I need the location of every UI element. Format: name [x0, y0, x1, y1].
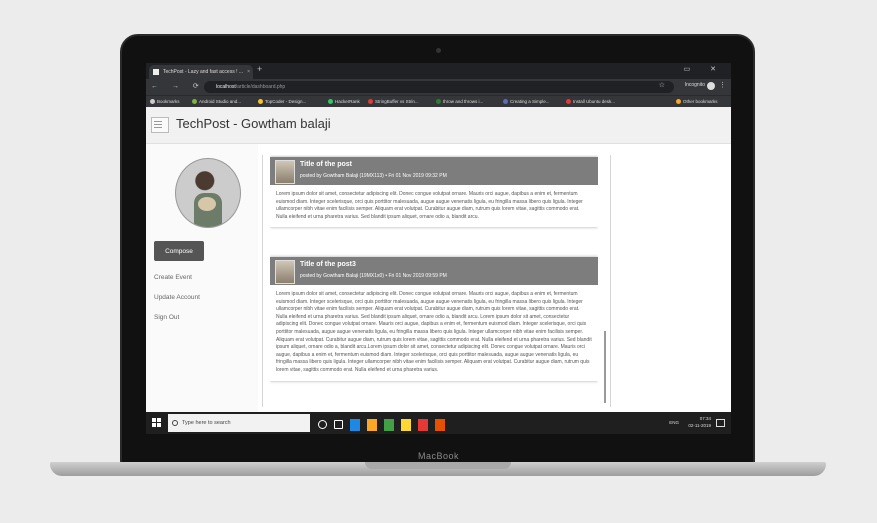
bookmark-label: StringBuffer vs Strin... — [375, 99, 419, 104]
address-bar-row: ← → ⟳ ⌂ localhost/article/dashboard.php … — [146, 79, 731, 95]
bookmark-item[interactable]: throw and throws i... — [436, 96, 483, 107]
bookmark-icon — [192, 99, 197, 104]
bookmark-item[interactable]: Other bookmarks — [676, 96, 718, 107]
bookmark-icon — [150, 99, 155, 104]
bookmarks-bar: Bookmarks Android Studio and... TopCoder -… — [146, 95, 731, 107]
post-meta: posted by Gowtham Balaji (19MX1x0) • Fri… — [300, 273, 447, 279]
compose-button[interactable]: Compose — [154, 241, 204, 261]
screen: TechPost - Lazy and fast access ! ... × … — [146, 63, 731, 434]
post-card[interactable]: Title of the post3 posted by Gowtham Bal… — [270, 257, 598, 381]
url-input[interactable]: localhost/article/dashboard.php — [204, 81, 674, 93]
bookmark-item[interactable]: Install Ubuntu desk... — [566, 96, 615, 107]
divider — [610, 155, 611, 407]
url-host: localhost — [216, 84, 236, 90]
bookmark-icon — [368, 99, 373, 104]
create-event-link[interactable]: Create Event — [154, 274, 192, 281]
new-tab-button[interactable]: + — [257, 64, 262, 74]
post-thumbnail — [275, 260, 295, 284]
bookmark-icon — [503, 99, 508, 104]
bookmark-item[interactable]: StringBuffer vs Strin... — [368, 96, 419, 107]
window-controls[interactable]: ▭ ✕ — [684, 65, 725, 73]
post-thumbnail — [275, 160, 295, 184]
bookmark-label: TopCoder - Design... — [265, 99, 307, 104]
menu-icon[interactable]: ⋮ — [719, 81, 726, 89]
sidebar: Compose Create Event Update Account Sign… — [146, 144, 258, 422]
bookmark-item[interactable]: Android Studio and... — [192, 96, 241, 107]
incognito-label: Incognito — [684, 82, 705, 88]
clock-date: 02-11-2019 — [688, 422, 711, 428]
post-title[interactable]: Title of the post3 — [300, 261, 356, 268]
bookmark-icon — [566, 99, 571, 104]
bookmark-label: Install Ubuntu desk... — [573, 99, 616, 104]
taskbar-app-icon[interactable] — [367, 418, 377, 431]
sign-out-link[interactable]: Sign Out — [154, 314, 179, 321]
taskbar-app-icon[interactable] — [418, 418, 428, 431]
taskbar-search-input[interactable]: Type here to search — [168, 414, 310, 432]
bookmark-label: throw and throws i... — [443, 99, 484, 104]
bookmark-label: Bookmarks — [157, 99, 180, 104]
post-body: Lorem ipsum dolor sit amet, consectetur … — [276, 291, 592, 373]
bookmark-label: Creating a Simple... — [510, 99, 550, 104]
bookmark-item[interactable]: TopCoder - Design... — [258, 96, 306, 107]
taskbar-app-icon[interactable] — [401, 418, 411, 431]
bookmark-item[interactable]: HackerRank — [328, 96, 360, 107]
avatar — [175, 158, 241, 228]
bookmark-label: Other bookmarks — [683, 99, 718, 104]
bookmark-item[interactable]: Bookmarks — [150, 96, 180, 107]
update-account-link[interactable]: Update Account — [154, 294, 200, 301]
taskbar-app-icon[interactable] — [334, 420, 343, 430]
post-title[interactable]: Title of the post — [300, 161, 352, 168]
post-card[interactable]: Title of the post posted by Gowtham Bala… — [270, 157, 598, 228]
scrollbar[interactable] — [603, 155, 607, 413]
clock[interactable]: 07:34 02-11-2019 — [688, 416, 711, 429]
bookmark-icon — [328, 99, 333, 104]
post-header: Title of the post posted by Gowtham Bala… — [270, 157, 598, 185]
browser-tab[interactable]: TechPost - Lazy and fast access ! ... × — [149, 65, 253, 79]
taskbar-app-icon[interactable] — [350, 418, 360, 431]
bookmark-label: Android Studio and... — [199, 99, 242, 104]
incognito-icon[interactable] — [707, 82, 715, 90]
taskbar-app-icon[interactable] — [384, 418, 394, 431]
post-feed[interactable]: Title of the post posted by Gowtham Bala… — [270, 155, 598, 413]
taskbar-app-icon[interactable] — [435, 418, 445, 431]
divider — [262, 155, 263, 407]
laptop-notch — [365, 462, 511, 469]
bookmark-icon — [258, 99, 263, 104]
favicon-icon — [153, 69, 159, 75]
windows-start-icon[interactable] — [152, 418, 161, 427]
bookmark-label: HackerRank — [335, 99, 360, 104]
tab-bar: TechPost - Lazy and fast access ! ... × … — [146, 63, 731, 79]
url-path: /article/dashboard.php — [235, 84, 286, 90]
taskbar: Type here to search ENG 07:34 02-11-2019 — [146, 412, 731, 434]
bookmark-icon — [676, 99, 681, 104]
post-meta: posted by Gowtham Balaji (19MX113) • Fri… — [300, 173, 447, 179]
taskbar-app-icon[interactable] — [318, 420, 327, 430]
scrollbar-thumb[interactable] — [604, 331, 606, 403]
tab-title: TechPost - Lazy and fast access ! ... — [163, 69, 244, 75]
tab-close-icon[interactable]: × — [247, 65, 250, 79]
post-header: Title of the post3 posted by Gowtham Bal… — [270, 257, 598, 285]
camera — [436, 48, 441, 53]
post-body: Lorem ipsum dolor sit amet, consectetur … — [276, 191, 583, 220]
bookmark-icon — [436, 99, 441, 104]
star-icon[interactable]: ☆ — [659, 81, 665, 89]
device-brand: MacBook — [417, 451, 460, 461]
bookmark-item[interactable]: Creating a Simple... — [503, 96, 550, 107]
taskbar-apps — [318, 416, 452, 434]
language-indicator[interactable]: ENG — [669, 420, 679, 425]
page-title: TechPost - Gowtham balaji — [176, 116, 331, 131]
app-logo — [151, 117, 169, 133]
app-header: TechPost - Gowtham balaji — [146, 107, 731, 144]
notification-icon[interactable] — [716, 419, 725, 427]
